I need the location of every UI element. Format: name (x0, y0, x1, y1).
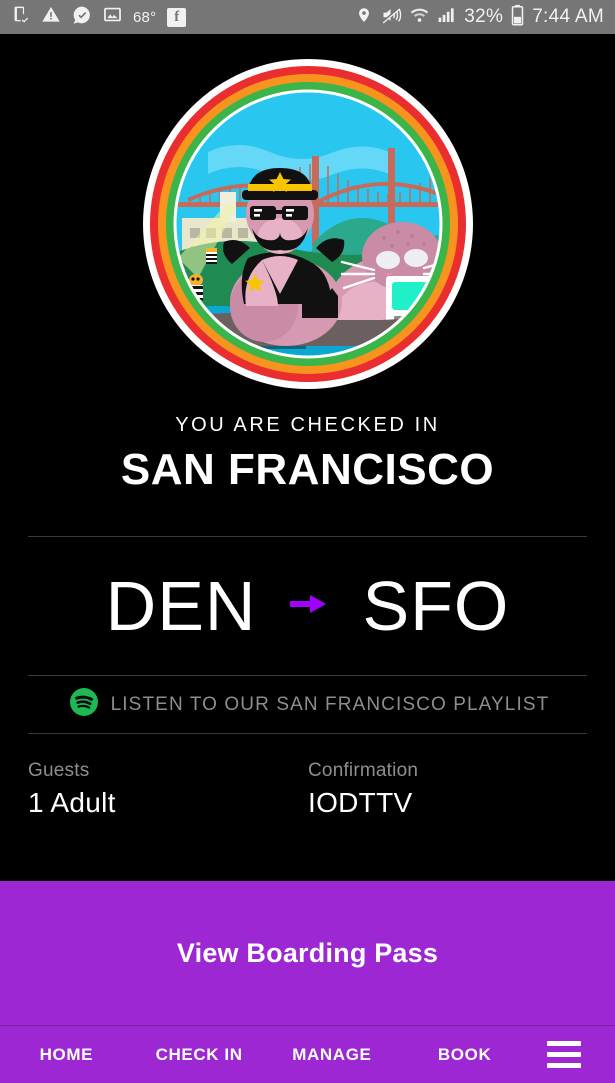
destination-airport-code: SFO (362, 567, 510, 645)
nav-item-book[interactable]: BOOK (398, 1045, 531, 1065)
spotify-icon (69, 688, 98, 721)
status-bar: 68° f 32% 7:44 AM (0, 0, 615, 34)
hero-section (0, 34, 615, 396)
hamburger-menu-icon[interactable] (531, 1041, 597, 1068)
app-screen: 68° f 32% 7:44 AM YOU ARE CHECKED IN SAN… (0, 0, 615, 1083)
bottom-navigation-bar: HOME CHECK IN MANAGE BOOK (0, 1025, 615, 1083)
message-check-icon (72, 5, 92, 30)
guests-label: Guests (28, 760, 90, 781)
checked-in-status-text: YOU ARE CHECKED IN (175, 414, 440, 436)
confirmation-block: Confirmation IODTTV (308, 760, 418, 819)
device-check-icon (11, 5, 30, 29)
destination-city-title: SAN FRANCISCO (120, 445, 495, 494)
location-pin-icon (356, 5, 372, 30)
temperature-indicator: 68° (133, 8, 157, 26)
battery-percent-label: 32% (464, 6, 504, 27)
confirmation-value: IODTTV (308, 787, 413, 818)
spotify-playlist-link[interactable]: LISTEN TO OUR SAN FRANCISCO PLAYLIST (0, 676, 615, 733)
clock-label: 7:44 AM (532, 6, 604, 27)
hamburger-bar (547, 1052, 581, 1057)
status-bar-left-icons: 68° f (11, 5, 187, 30)
confirmation-label: Confirmation (308, 760, 419, 781)
cell-signal-icon (437, 5, 456, 29)
spotify-playlist-label: LISTEN TO OUR SAN FRANCISCO PLAYLIST (110, 693, 550, 715)
status-bar-right-icons: 32% 7:44 AM (356, 4, 604, 31)
origin-airport-code: DEN (105, 567, 257, 645)
warning-triangle-icon (41, 5, 61, 29)
view-boarding-pass-label: View Boarding Pass (176, 937, 439, 968)
route-row: DEN SFO (0, 537, 615, 675)
view-boarding-pass-button[interactable]: View Boarding Pass (0, 881, 615, 1025)
arrow-right-icon (290, 593, 328, 620)
guests-block: Guests 1 Adult (28, 760, 308, 819)
guests-value: 1 Adult (28, 787, 116, 818)
san-francisco-destination-badge (136, 52, 480, 396)
nav-item-manage[interactable]: MANAGE (266, 1045, 399, 1065)
image-icon (103, 5, 122, 29)
hamburger-bar (547, 1063, 581, 1068)
volume-mute-vibrate-icon (380, 5, 402, 30)
facebook-icon: f (167, 7, 187, 27)
nav-item-home[interactable]: HOME (0, 1045, 133, 1065)
battery-icon (511, 4, 524, 31)
hamburger-bar (547, 1041, 581, 1046)
booking-details-row: Guests 1 Adult Confirmation IODTTV (0, 734, 615, 819)
nav-item-check-in[interactable]: CHECK IN (133, 1045, 266, 1065)
wifi-icon (410, 5, 429, 29)
